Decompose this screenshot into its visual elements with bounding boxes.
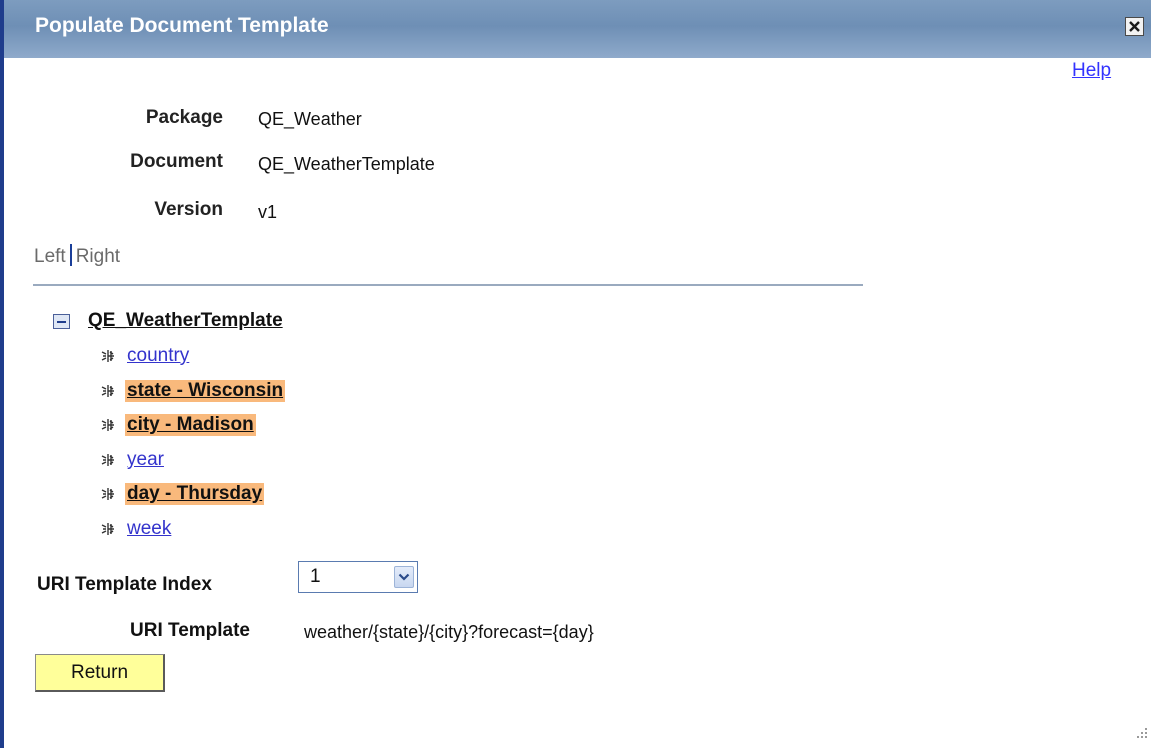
document-value: QE_WeatherTemplate bbox=[258, 154, 435, 174]
modal-window: Populate Document Template Help Package … bbox=[0, 0, 1151, 748]
tree-item-link[interactable]: year bbox=[127, 449, 164, 471]
dropdown-arrow[interactable] bbox=[394, 566, 414, 588]
uri-template-index-label: URI Template Index bbox=[37, 574, 212, 595]
package-value: QE_Weather bbox=[258, 109, 362, 129]
tree-item-link[interactable]: day - Thursday bbox=[125, 483, 265, 505]
tree-item: city - Madison bbox=[100, 412, 256, 438]
tree-root: QE_WeatherTemplate bbox=[53, 310, 283, 332]
tree-node-icon bbox=[100, 383, 116, 399]
tree-item: country bbox=[100, 343, 189, 369]
tree-item: state - Wisconsin bbox=[100, 378, 286, 404]
tree-root-label[interactable]: QE_WeatherTemplate bbox=[88, 310, 283, 332]
tree-item: year bbox=[100, 447, 164, 473]
uri-template-index-select[interactable]: 1 bbox=[298, 561, 418, 593]
tree-node-icon bbox=[100, 486, 116, 502]
uri-template-index-value: 1 bbox=[310, 566, 321, 587]
document-label: Document bbox=[130, 151, 223, 172]
tree-item-link[interactable]: city - Madison bbox=[125, 414, 256, 436]
tree-item-link[interactable]: week bbox=[127, 518, 171, 540]
uri-template-label: URI Template bbox=[130, 620, 251, 641]
version-value: v1 bbox=[258, 202, 278, 222]
uri-template-value: weather/{state}/{city}?forecast={day} bbox=[304, 622, 594, 642]
package-label: Package bbox=[145, 107, 223, 128]
version-label: Version bbox=[154, 199, 223, 220]
tree-item: week bbox=[100, 516, 171, 542]
tree-node-icon bbox=[100, 452, 116, 468]
resize-grip-icon[interactable] bbox=[1135, 726, 1149, 740]
view-toggle: Left Right bbox=[34, 244, 120, 268]
tree-item-link[interactable]: country bbox=[127, 345, 189, 367]
collapse-icon[interactable] bbox=[53, 313, 70, 329]
title-bar: Populate Document Template bbox=[4, 0, 1151, 58]
tree-node-icon bbox=[100, 521, 116, 537]
window-title: Populate Document Template bbox=[35, 14, 329, 37]
divider bbox=[33, 284, 863, 286]
tab-left[interactable]: Left bbox=[34, 246, 66, 267]
tree-item: day - Thursday bbox=[100, 481, 265, 507]
close-button[interactable] bbox=[1125, 17, 1144, 36]
tree-item-link[interactable]: state - Wisconsin bbox=[125, 380, 286, 402]
tree-node-icon bbox=[100, 348, 116, 364]
tab-right[interactable]: Right bbox=[76, 246, 120, 267]
tab-separator bbox=[69, 244, 72, 266]
close-icon bbox=[1129, 21, 1140, 32]
chevron-down-icon bbox=[398, 573, 410, 581]
help-link[interactable]: Help bbox=[1072, 60, 1111, 82]
return-button[interactable]: Return bbox=[35, 654, 165, 692]
tree-node-icon bbox=[100, 417, 116, 433]
